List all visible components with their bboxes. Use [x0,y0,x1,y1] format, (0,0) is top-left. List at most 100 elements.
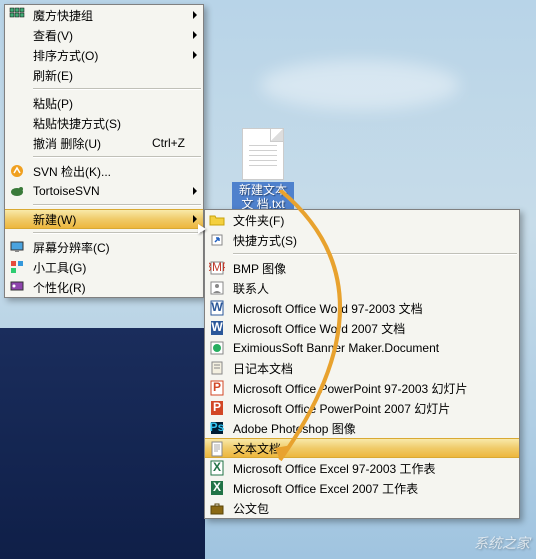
menu-separator [33,204,201,206]
main-menu-item-16[interactable]: 个性化(R) [5,277,203,297]
personalize-icon [9,279,25,295]
main-menu-item-0[interactable]: 魔方快捷组 [5,5,203,25]
gadget-icon [9,259,25,275]
word97-icon: W [209,300,225,316]
svn-icon [9,163,25,179]
menu-separator [33,88,201,90]
main-menu-item-5[interactable]: 粘贴(P) [5,93,203,113]
main-menu-item-15[interactable]: 小工具(G) [5,257,203,277]
main-menu-item-12[interactable]: 新建(W) [5,209,203,229]
menu-item-label: 公文包 [233,500,501,517]
briefcase-icon [209,500,225,516]
menu-separator [33,156,201,158]
cursor-indicator [198,224,206,234]
sub-menu-item-12[interactable]: 文本文档 [205,438,519,458]
menu-item-label: TortoiseSVN [33,184,185,198]
main-menu-item-9[interactable]: SVN 检出(K)... [5,161,203,181]
menu-item-label: 新建(W) [33,211,185,228]
xls-icon: X [209,480,225,496]
sub-menu-item-10[interactable]: P Microsoft Office PowerPoint 2007 幻灯片 [205,398,519,418]
menu-item-label: Microsoft Office Excel 2007 工作表 [233,480,501,497]
main-menu-item-1[interactable]: 查看(V) [5,25,203,45]
txt-file-icon [242,128,284,180]
sub-menu-item-9[interactable]: P Microsoft Office PowerPoint 97-2003 幻灯片 [205,378,519,398]
sub-menu-item-8[interactable]: 日记本文档 [205,358,519,378]
menu-item-label: BMP 图像 [233,260,501,277]
menu-item-label: SVN 检出(K)... [33,163,185,180]
menu-item-label: 个性化(R) [33,279,185,296]
menu-item-label: 联系人 [233,280,501,297]
svg-text:P: P [213,380,221,394]
svg-text:W: W [211,300,223,314]
blank-icon [9,135,25,151]
ps-icon: Ps [209,420,225,436]
menu-item-label: 排序方式(O) [33,47,185,64]
submenu-arrow-icon [193,215,197,223]
context-menu-new-submenu[interactable]: 文件夹(F)快捷方式(S) BMP BMP 图像联系人 W Microsoft Offi… [204,209,520,519]
sub-menu-item-7[interactable]: EximiousSoft Banner Maker.Document [205,338,519,358]
contact-icon [209,280,225,296]
menu-separator [233,253,517,255]
sub-menu-item-14[interactable]: X Microsoft Office Excel 2007 工作表 [205,478,519,498]
txt-icon [209,441,225,457]
menu-item-label: Microsoft Office PowerPoint 97-2003 幻灯片 [233,380,501,397]
menu-item-label: 日记本文档 [233,360,501,377]
exim-icon [209,340,225,356]
sub-menu-item-6[interactable]: W Microsoft Office Word 2007 文档 [205,318,519,338]
blank-icon [9,115,25,131]
context-menu-main[interactable]: 魔方快捷组查看(V)排序方式(O)刷新(E)粘贴(P)粘贴快捷方式(S)撤消 删… [4,4,204,298]
svg-text:X: X [213,460,221,474]
sub-menu-item-11[interactable]: Ps Adobe Photoshop 图像 [205,418,519,438]
sub-menu-item-1[interactable]: 快捷方式(S) [205,230,519,250]
menu-item-label: 小工具(G) [33,259,185,276]
menu-item-label: Adobe Photoshop 图像 [233,420,501,437]
main-menu-item-3[interactable]: 刷新(E) [5,65,203,85]
menu-item-label: EximiousSoft Banner Maker.Document [233,341,501,355]
submenu-arrow-icon [193,187,197,195]
sub-menu-item-0[interactable]: 文件夹(F) [205,210,519,230]
svg-text:BMP: BMP [209,260,225,274]
menu-separator [33,232,201,234]
sub-menu-item-3[interactable]: BMP BMP 图像 [205,258,519,278]
ppt97-icon: P [209,380,225,396]
desktop-lower-region [0,328,205,559]
cloud-decoration [260,60,460,110]
main-menu-item-14[interactable]: 屏幕分辨率(C) [5,237,203,257]
svg-text:X: X [213,480,221,494]
submenu-arrow-icon [193,31,197,39]
main-menu-item-2[interactable]: 排序方式(O) [5,45,203,65]
desktop-file-icon[interactable]: 新建文本文 档.txt [232,128,294,213]
main-menu-item-10[interactable]: TortoiseSVN [5,181,203,201]
word-icon: W [209,320,225,336]
menu-item-label: 粘贴(P) [33,95,185,112]
submenu-arrow-icon [193,11,197,19]
svg-text:Ps: Ps [210,420,225,434]
menu-item-label: Microsoft Office Excel 97-2003 工作表 [233,460,501,477]
ppt-icon: P [209,400,225,416]
sub-menu-item-13[interactable]: X Microsoft Office Excel 97-2003 工作表 [205,458,519,478]
bmp-icon: BMP [209,260,225,276]
menu-item-label: 刷新(E) [33,67,185,84]
menu-item-label: 魔方快捷组 [33,7,185,24]
submenu-arrow-icon [193,51,197,59]
main-menu-item-7[interactable]: 撤消 删除(U)Ctrl+Z [5,133,203,153]
display-icon [9,239,25,255]
sub-menu-item-4[interactable]: 联系人 [205,278,519,298]
sub-menu-item-5[interactable]: W Microsoft Office Word 97-2003 文档 [205,298,519,318]
main-menu-item-6[interactable]: 粘贴快捷方式(S) [5,113,203,133]
blank-icon [9,27,25,43]
menu-item-label: 粘贴快捷方式(S) [33,115,185,132]
sub-menu-item-15[interactable]: 公文包 [205,498,519,518]
menu-item-label: 撤消 删除(U) [33,135,152,152]
blank-icon [9,67,25,83]
menu-item-shortcut: Ctrl+Z [152,136,185,150]
menu-item-label: Microsoft Office Word 2007 文档 [233,320,501,337]
svg-text:W: W [211,320,223,334]
menu-item-label: Microsoft Office Word 97-2003 文档 [233,300,501,317]
menu-item-label: 文件夹(F) [233,212,501,229]
menu-item-label: 文本文档 [233,440,501,457]
menu-item-label: Microsoft Office PowerPoint 2007 幻灯片 [233,400,501,417]
grid-icon [9,7,25,23]
xls97-icon: X [209,460,225,476]
shortcut-icon [209,232,225,248]
